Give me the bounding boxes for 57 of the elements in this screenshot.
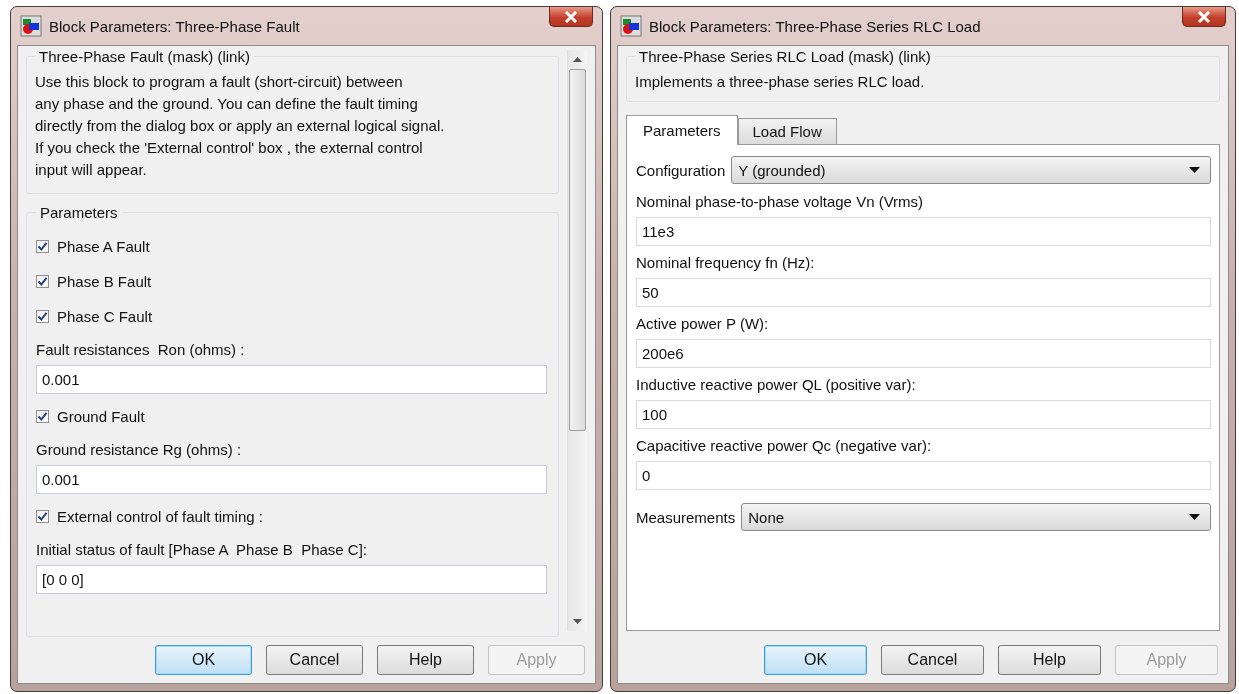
checkbox-label[interactable]: Phase A Fault xyxy=(57,238,150,255)
tab[interactable]: Load Flow xyxy=(737,118,837,144)
block-icon xyxy=(20,15,42,37)
description-text: Implements a three-phase series RLC load. xyxy=(635,72,926,92)
input-field[interactable]: 0.001 xyxy=(36,365,547,394)
block-icon xyxy=(620,15,642,37)
window-title: Block Parameters: Three-Phase Series RLC Load xyxy=(649,17,981,35)
dialog-button[interactable]: OK xyxy=(764,645,867,675)
window-title: Block Parameters: Three-Phase Fault xyxy=(49,17,300,35)
dialog-button[interactable]: Help xyxy=(377,645,474,675)
dialog-button[interactable]: Help xyxy=(998,645,1101,675)
close-icon xyxy=(564,10,578,23)
field-label: Measurements xyxy=(636,508,736,526)
close-button[interactable] xyxy=(1182,7,1226,27)
field-label: Ground resistance Rg (ohms) : xyxy=(36,440,243,460)
close-icon xyxy=(1197,10,1211,23)
checkbox[interactable] xyxy=(36,410,49,423)
close-button[interactable] xyxy=(549,7,593,27)
input-field[interactable]: 11e3 xyxy=(636,217,1211,246)
input-field[interactable]: [0 0 0] xyxy=(36,565,547,594)
dialog-button[interactable]: Cancel xyxy=(266,645,363,675)
group-title: Parameters xyxy=(39,204,119,221)
scroll-down-icon[interactable] xyxy=(573,619,582,624)
checkbox[interactable] xyxy=(36,275,49,288)
dialog-button[interactable]: Cancel xyxy=(881,645,984,675)
scroll-thumb[interactable] xyxy=(569,69,586,431)
field-label: Active power P (W): xyxy=(636,314,770,334)
tab[interactable]: Parameters xyxy=(626,115,738,145)
caret-icon xyxy=(1189,514,1200,520)
field-label: Capacitive reactive power Qc (negative var): xyxy=(636,436,933,456)
dropdown[interactable]: None xyxy=(741,503,1211,531)
field-label: Inductive reactive power QL (positive var): xyxy=(636,375,917,395)
caret-icon xyxy=(1189,167,1200,173)
checkbox-label[interactable]: Ground Fault xyxy=(57,408,145,425)
dialog-button[interactable]: OK xyxy=(155,645,252,675)
checkbox[interactable] xyxy=(36,240,49,253)
scrollbar[interactable] xyxy=(567,50,587,631)
field-label: Nominal frequency fn (Hz): xyxy=(636,253,816,273)
checkbox-label[interactable]: External control of fault timing : xyxy=(57,508,263,525)
input-field[interactable]: 100 xyxy=(636,400,1211,429)
checkbox[interactable] xyxy=(36,510,49,523)
dropdown[interactable]: Y (grounded) xyxy=(731,156,1211,184)
input-field[interactable]: 0.001 xyxy=(36,465,547,494)
input-field[interactable]: 0 xyxy=(636,461,1211,490)
field-label: Initial status of fault [Phase A Phase B Phase C]: xyxy=(36,540,369,560)
input-field[interactable]: 50 xyxy=(636,278,1211,307)
checkbox-label[interactable]: Phase B Fault xyxy=(57,273,152,290)
checkbox[interactable] xyxy=(36,310,49,323)
description-text: Use this block to program a fault (short-circuit) between any phase and the ground. You can define the fault timing directly from the dialog box or apply an external logical signal. If you check the 'External control' box , the external control input will appear. xyxy=(35,72,446,180)
group-title: Three-Phase Series RLC Load (mask) (link) xyxy=(638,48,932,65)
checkbox-label[interactable]: Phase C Fault xyxy=(57,308,153,325)
field-label: Fault resistances Ron (ohms) : xyxy=(36,340,246,360)
input-field[interactable]: 200e6 xyxy=(636,339,1211,368)
group-title: Three-Phase Fault (mask) (link) xyxy=(38,48,251,65)
field-label: Nominal phase-to-phase voltage Vn (Vrms) xyxy=(636,192,925,212)
scroll-up-icon[interactable] xyxy=(573,57,582,62)
field-label: Configuration xyxy=(636,161,726,179)
